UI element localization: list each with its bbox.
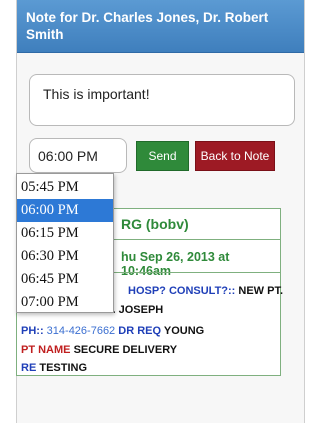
time-select-value: 06:00 PM	[38, 148, 98, 164]
time-option[interactable]: 06:30 PM	[17, 245, 113, 268]
card-title: RG (bobv)	[121, 216, 189, 232]
card-row-value: YOUNG	[163, 325, 205, 337]
phone-link[interactable]: 314-426-7662	[47, 325, 116, 337]
card-row-value: NEW PT.	[238, 285, 284, 297]
card-row-value: SECURE DELIVERY	[73, 344, 178, 356]
card-row-ptname: PT NAME SECURE DELIVERY	[21, 344, 177, 356]
note-textarea[interactable]: This is important!	[29, 74, 295, 126]
page-title: Note for Dr. Charles Jones, Dr. Robert S…	[26, 10, 269, 42]
time-option[interactable]: 07:00 PM	[17, 291, 113, 314]
time-option[interactable]: 06:15 PM	[17, 222, 113, 245]
time-dropdown-list: 05:45 PM 06:00 PM 06:15 PM 06:30 PM 06:4…	[16, 173, 114, 313]
back-to-note-button[interactable]: Back to Note	[195, 141, 275, 171]
card-row-hosp: HOSP? CONSULT?:: NEW PT.	[128, 285, 283, 297]
card-row-phone: PH:: 314-426-7662 DR REQ YOUNG	[21, 325, 204, 337]
card-date: hu Sep 26, 2013 at 10:46am	[121, 250, 230, 278]
card-row-value: TESTING	[39, 362, 88, 374]
time-select[interactable]: 06:00 PM	[29, 138, 127, 173]
send-button[interactable]: Send	[136, 141, 189, 171]
card-row-label: RE	[21, 362, 37, 374]
card-row-label: PT NAME	[21, 344, 71, 356]
card-row-re: RE TESTING	[21, 362, 87, 374]
note-text: This is important!	[43, 86, 150, 102]
time-option[interactable]: 06:45 PM	[17, 268, 113, 291]
card-row-label: PH::	[21, 325, 44, 337]
time-option-selected[interactable]: 06:00 PM	[17, 199, 113, 222]
title-bar: Note for Dr. Charles Jones, Dr. Robert S…	[17, 0, 304, 53]
time-option[interactable]: 05:45 PM	[17, 176, 113, 199]
card-row-label: DR REQ	[118, 325, 162, 337]
card-row-label: HOSP? CONSULT?::	[128, 285, 236, 297]
